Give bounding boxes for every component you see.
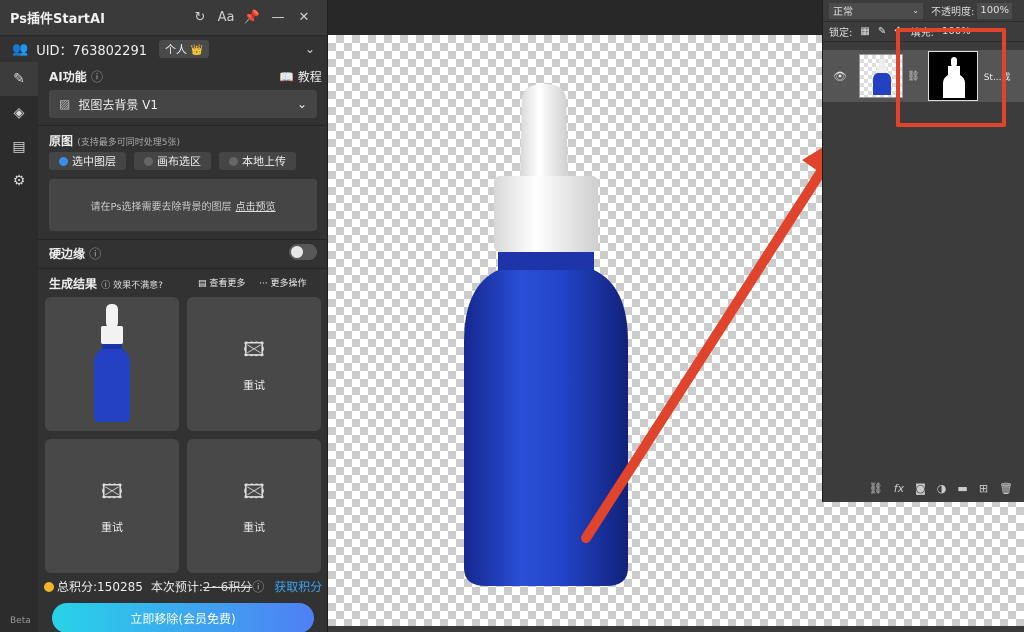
trash-icon[interactable]: 🗑	[999, 482, 1013, 495]
eye-icon[interactable]: 👁	[833, 70, 851, 83]
preview-link[interactable]: 点击预览	[236, 198, 276, 213]
font-size-icon[interactable]: Aa	[213, 10, 239, 25]
coin-icon	[44, 581, 54, 592]
opacity-input[interactable]: 100%	[977, 2, 1012, 19]
plugin-title: Ps插件StartAI	[10, 12, 105, 27]
lock-transparent-icon[interactable]: ▦	[860, 26, 869, 37]
dissatisfied-link[interactable]: ⓘ 效果不满意?	[101, 281, 163, 291]
ai-tool-select[interactable]: ▨ 抠图去背景 V1 ⌄	[49, 90, 317, 118]
lock-label: 锁定:	[829, 28, 853, 39]
ellipsis-icon: ···	[259, 279, 268, 289]
result-thumbnail-bottle	[94, 304, 130, 422]
clipboard-icon[interactable]: ▤	[0, 130, 38, 164]
refresh-icon[interactable]: ↻	[187, 10, 213, 25]
chevron-down-icon: ⌄	[296, 97, 307, 111]
pen-tool-icon[interactable]: ✎	[0, 62, 38, 96]
estimate-label: 本次预计:	[150, 580, 203, 594]
hard-edge-toggle[interactable]	[289, 244, 317, 260]
total-points: 总积分:150285	[57, 580, 143, 594]
annotation-highlight-box	[896, 28, 1006, 127]
plugin-titlebar: Ps插件StartAI ↻ Aa 📌 — ✕	[0, 0, 327, 36]
blend-mode-select[interactable]: 正常 ⌄	[829, 2, 923, 19]
retry-label: 重试	[243, 379, 265, 392]
opacity-label: 不透明度:	[931, 7, 975, 18]
get-points-link[interactable]: 获取积分	[274, 578, 322, 595]
view-more-link[interactable]: ▤ 查看更多	[198, 276, 245, 289]
plugin-sidebar: ✎ ◈ ▤ ⚙	[0, 62, 38, 632]
source-option-local-upload[interactable]: 本地上传	[219, 152, 296, 170]
fx-icon[interactable]: fx	[894, 482, 904, 495]
tutorial-link[interactable]: 📖 教程	[279, 68, 322, 85]
result-tile-4[interactable]: 🖾 重试	[187, 439, 321, 573]
add-mask-icon[interactable]: ◙	[915, 482, 926, 495]
divider	[38, 125, 328, 126]
layers-icon[interactable]: ◈	[0, 96, 38, 130]
source-title: 原图 (支持最多可同时处理5张)	[49, 134, 180, 148]
cutout-icon: ▨	[59, 97, 71, 111]
source-hint: (支持最多可同时处理5张)	[77, 138, 180, 148]
info-icon[interactable]: ⓘ	[252, 578, 264, 595]
result-tile-1[interactable]	[45, 297, 179, 431]
info-icon[interactable]: ⓘ	[91, 70, 103, 84]
book-icon: 📖	[279, 70, 294, 84]
canvas-scrollbar[interactable]	[328, 626, 1024, 632]
divider	[38, 239, 328, 240]
minimize-icon[interactable]: —	[265, 10, 291, 25]
beta-label: Beta	[10, 616, 31, 626]
results-title: 生成结果 ⓘ 效果不满意?	[49, 277, 163, 291]
layers-options-row: 正常 ⌄ 不透明度: 100%	[823, 0, 1024, 22]
plan-badge: 个人 👑	[159, 40, 209, 58]
source-options: 选中图层 画布选区 本地上传	[49, 152, 296, 170]
retry-label: 重试	[243, 521, 265, 534]
image-error-icon: 🖾	[243, 337, 265, 361]
remove-background-button[interactable]: 立即移除(会员免费)	[52, 603, 314, 632]
source-option-selected-layer[interactable]: 选中图层	[49, 152, 126, 170]
ai-function-title: AI功能 ⓘ	[49, 70, 103, 84]
pin-icon[interactable]: 📌	[239, 10, 265, 25]
estimate-value: 2~6积分	[202, 580, 253, 594]
source-option-canvas-selection[interactable]: 画布选区	[134, 152, 211, 170]
source-drop-area[interactable]: 请在Ps选择需要去除背景的图层 点击预览	[49, 179, 317, 231]
plugin-content: AI功能 ⓘ 📖 教程 ▨ 抠图去背景 V1 ⌄ 原图 (支持最多可同时处理5张…	[38, 62, 328, 632]
adjustment-layer-icon[interactable]: ◑	[937, 482, 947, 495]
image-error-icon: 🖾	[101, 479, 123, 503]
startai-plugin-panel: Ps插件StartAI ↻ Aa 📌 — ✕ 👥 UID：763802291 个…	[0, 0, 328, 632]
link-layers-icon[interactable]: ⛓	[869, 482, 883, 495]
result-tile-3[interactable]: 🖾 重试	[45, 439, 179, 573]
more-actions-link[interactable]: ··· 更多操作	[259, 276, 306, 289]
image-error-icon: 🖾	[243, 479, 265, 503]
selected-tool-label: 抠图去背景 V1	[78, 97, 159, 112]
user-bar[interactable]: 👥 UID：763802291 个人 👑 ⌄	[0, 36, 327, 62]
uid-label: UID：763802291	[36, 43, 147, 59]
retry-label: 重试	[101, 521, 123, 534]
divider	[38, 268, 328, 269]
chevron-down-icon[interactable]: ⌄	[305, 42, 315, 56]
folder-icon[interactable]: ▬	[957, 482, 967, 495]
layers-footer: ⛓ fx ◙ ◑ ▬ ⊞ 🗑	[823, 476, 1024, 500]
result-tile-2[interactable]: 🖾 重试	[187, 297, 321, 431]
lock-paint-icon[interactable]: ✎	[878, 26, 886, 37]
close-icon[interactable]: ✕	[291, 10, 317, 25]
points-bar: 总积分:150285 本次预计: 2~6积分 ⓘ 获取积分	[44, 578, 322, 595]
info-icon[interactable]: ⓘ	[89, 247, 101, 261]
gear-icon[interactable]: ⚙	[0, 164, 38, 198]
users-icon: 👥	[12, 41, 29, 57]
crown-icon: 👑	[190, 45, 203, 56]
gallery-icon: ▤	[198, 279, 207, 289]
hard-edge-title: 硬边缘 ⓘ	[49, 247, 102, 261]
new-layer-icon[interactable]: ⊞	[979, 482, 988, 495]
